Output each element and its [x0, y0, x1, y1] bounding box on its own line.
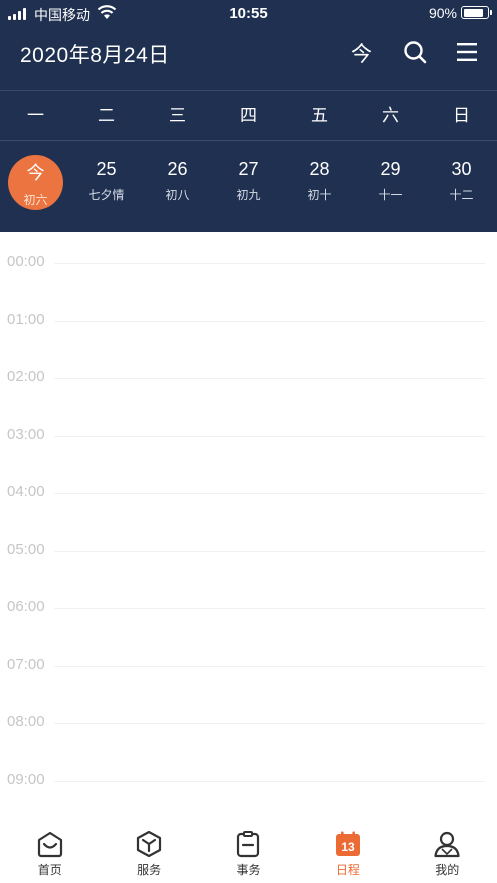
tab-label: 我的: [435, 863, 460, 877]
date-number: 25: [96, 159, 117, 179]
date-cell[interactable]: 30 十二: [426, 142, 497, 232]
weekday-sat: 六: [382, 106, 399, 125]
hour-row: 03:00: [0, 426, 497, 446]
tab-label: 服务: [137, 863, 162, 877]
hour-label: 05:00: [7, 540, 45, 558]
hour-label: 02:00: [7, 368, 45, 385]
date-number: 今: [26, 163, 45, 183]
date-number: 26: [167, 159, 188, 179]
status-bar: 中国移动 10:55 90%: [0, 0, 497, 26]
date-cell[interactable]: 29 十一: [355, 142, 426, 232]
hour-gridline: [54, 320, 485, 322]
tab-services[interactable]: 服务: [99, 814, 198, 883]
hour-row: 04:00: [0, 483, 497, 503]
date-cell[interactable]: 28 初十: [284, 142, 355, 232]
date-number: 27: [238, 159, 259, 179]
calendar-icon-day: 13: [341, 840, 355, 854]
hour-gridline: [54, 780, 485, 782]
hour-gridline: [54, 550, 485, 552]
weekday-mon: 一: [27, 106, 44, 125]
hour-row: 08:00: [0, 713, 497, 733]
lunar-date: 初六: [23, 193, 48, 207]
tab-schedule[interactable]: 13 日程: [298, 814, 397, 883]
hour-row: 09:00: [0, 771, 497, 791]
header-divider: [0, 90, 497, 91]
date-cell[interactable]: 26 初八: [142, 142, 213, 232]
hour-label: 03:00: [7, 425, 45, 443]
weekday-thu: 四: [240, 106, 257, 125]
tab-home[interactable]: 首页: [0, 814, 99, 883]
hour-gridline: [54, 435, 485, 437]
clipboard-icon: [237, 831, 260, 858]
page-title: 2020年8月24日: [20, 44, 170, 67]
date-cell[interactable]: 25 七夕情: [71, 142, 142, 232]
hour-gridline: [54, 263, 485, 264]
hour-label: 04:00: [7, 483, 45, 500]
hour-gridline: [54, 493, 485, 494]
home-icon: [37, 831, 62, 858]
tab-label: 日程: [335, 863, 360, 877]
week-dates: 今 初六 25 七夕情 26 初八 27 初九 28 初十 29 十一 30 十…: [0, 142, 497, 232]
hour-row: 06:00: [0, 598, 497, 618]
weekday-header: 一 二 三 四 五 六 日: [0, 92, 497, 140]
title-row: 2020年8月24日 今: [0, 30, 497, 74]
hour-label: 07:00: [7, 655, 45, 673]
hour-label: 00:00: [7, 253, 45, 270]
date-cell-today[interactable]: 今 初六: [0, 142, 71, 232]
date-number: 30: [451, 159, 472, 179]
tab-label: 首页: [37, 863, 62, 877]
calendar-icon: 13: [335, 831, 360, 856]
hour-row: 07:00: [0, 656, 497, 676]
hour-label: 06:00: [7, 598, 45, 615]
cube-icon: [136, 830, 162, 858]
lunar-date: 初九: [236, 188, 261, 202]
weekday-sun: 日: [453, 106, 470, 125]
hour-row: 00:00: [0, 253, 497, 273]
hour-gridline: [54, 608, 485, 609]
hour-gridline: [54, 723, 485, 724]
menu-icon[interactable]: [456, 42, 478, 62]
calendar-app: 中国移动 10:55 90% 2020年8月24日 今 一 二 三 四 五 六 …: [0, 0, 497, 883]
tab-label: 事务: [236, 863, 261, 877]
hour-gridline: [54, 378, 485, 379]
hour-row: 02:00: [0, 368, 497, 388]
tab-affairs[interactable]: 事务: [199, 814, 298, 883]
day-timeline[interactable]: 00:00 01:00 02:00 03:00 04:00 05:00 06:0…: [0, 232, 497, 814]
lunar-date: 初八: [165, 188, 190, 202]
profile-icon: [434, 831, 460, 858]
weekday-divider: [0, 140, 497, 141]
hour-row: 01:00: [0, 311, 497, 331]
lunar-date: 十二: [449, 188, 474, 202]
battery-percent: 90%: [428, 5, 457, 21]
lunar-date: 十一: [378, 188, 403, 202]
weekday-wed: 三: [169, 106, 186, 125]
hour-label: 09:00: [7, 770, 45, 788]
date-cell[interactable]: 27 初九: [213, 142, 284, 232]
hour-label: 08:00: [7, 713, 45, 730]
lunar-date: 初十: [307, 188, 332, 202]
weekday-fri: 五: [311, 106, 328, 125]
date-number: 29: [380, 159, 401, 179]
battery-icon: [461, 6, 492, 19]
bottom-tab-bar: 首页 服务 事务 13 日程 我的: [0, 814, 497, 883]
weekday-tue: 二: [98, 106, 115, 125]
status-time: 10:55: [229, 5, 268, 22]
hour-row: 05:00: [0, 541, 497, 561]
hour-gridline: [54, 665, 485, 667]
search-icon[interactable]: [403, 40, 427, 64]
hour-label: 01:00: [7, 310, 45, 328]
tab-profile[interactable]: 我的: [398, 814, 497, 883]
today-button[interactable]: 今: [351, 38, 372, 68]
date-number: 28: [309, 159, 330, 179]
lunar-date: 七夕情: [88, 188, 125, 202]
